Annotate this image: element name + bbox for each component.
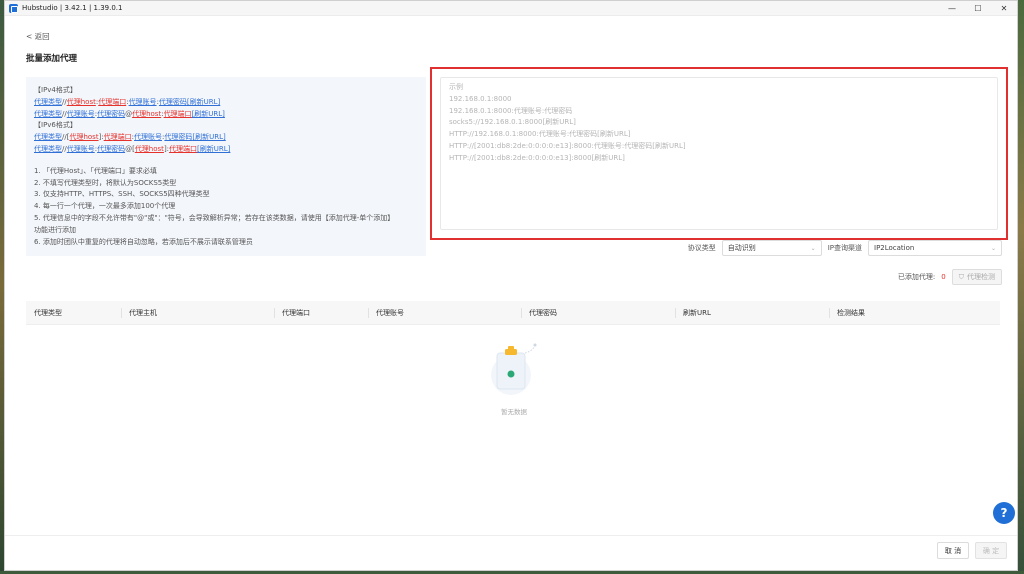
empty-state: 暂无数据 [489, 341, 539, 421]
added-count: 0 [941, 273, 946, 281]
cancel-button[interactable]: 取 消 [937, 542, 969, 559]
rule-item: 功能进行添加 [34, 225, 76, 234]
ip-channel-select[interactable]: IP2Location ⌄ [868, 240, 1002, 256]
title-bar: Hubstudio | 3.42.1 | 1.39.0.1 — ☐ ✕ [5, 1, 1017, 16]
added-label: 已添加代理: [897, 273, 936, 281]
format-token: [刷新URL] [191, 109, 225, 118]
chevron-down-icon: ⌄ [990, 244, 996, 252]
format-token: 代理密码 [97, 144, 126, 153]
format-token: 代理host [66, 97, 96, 106]
help-icon[interactable]: ? [993, 502, 1015, 524]
format-token: 代理host [69, 133, 99, 142]
column-header: 代理主机 [121, 301, 274, 325]
shield-check-icon: ⛉ [958, 272, 964, 281]
ipv6-format-line: 代理类型//代理账号:代理密码@[代理host]:代理端口[刷新URL] [34, 144, 418, 156]
hubstudio-logo-icon [9, 3, 18, 13]
rule-item: 5. 代理信息中的字段不允许带有"@"或"："符号，会导致解析异常；若存在该类数… [34, 213, 395, 222]
chevron-down-icon: ⌄ [810, 244, 816, 252]
placeholder-line: socks5://192.168.0.1:8000[刷新URL] [449, 118, 576, 127]
format-guide-panel: 【IPv4格式】 代理类型//代理host:代理端口:代理账号:代理密码[刷新U… [26, 77, 426, 256]
format-token: @[ [125, 144, 135, 153]
format-token: [刷新URL] [192, 133, 226, 142]
format-token: 代理端口 [169, 144, 198, 153]
placeholder-line: 192.168.0.1:8000 [449, 94, 512, 103]
proxy-textarea[interactable]: 示例 192.168.0.1:8000 192.168.0.1:8000:代理账… [440, 77, 998, 230]
ipv4-format-line: 代理类型//代理host:代理端口:代理账号:代理密码[刷新URL] [34, 97, 418, 109]
ip-channel-value: IP2Location [874, 244, 915, 252]
app-window: Hubstudio | 3.42.1 | 1.39.0.1 — ☐ ✕ < 返回… [4, 0, 1018, 571]
close-button[interactable]: ✕ [991, 1, 1017, 16]
format-token: 代理账号 [134, 133, 163, 142]
column-header: 刷新URL [675, 301, 829, 325]
maximize-button[interactable]: ☐ [965, 1, 991, 16]
column-header: 检测结果 [829, 301, 1000, 325]
format-token: [刷新URL] [186, 97, 221, 106]
format-token: 代理端口 [103, 133, 132, 142]
empty-text: 暂无数据 [501, 408, 527, 416]
rule-item: 1. 「代理Host」、「代理端口」要求必填 [34, 166, 157, 175]
format-token: 代理类型 [34, 109, 62, 118]
confirm-button[interactable]: 确 定 [975, 542, 1007, 559]
proxy-input-highlight: 示例 192.168.0.1:8000 192.168.0.1:8000:代理账… [430, 67, 1008, 240]
ip-channel-label: IP查询渠道 [827, 244, 862, 252]
format-token: 代理账号 [128, 97, 157, 106]
format-token: [刷新URL] [197, 144, 231, 153]
ipv4-format-line: 代理类型//代理账号:代理密码@代理host:代理端口[刷新URL] [34, 109, 418, 121]
footer-bar: 取 消 确 定 [5, 535, 1017, 570]
placeholder-line: 示例 [449, 83, 463, 91]
minimize-button[interactable]: — [939, 1, 965, 16]
placeholder-line: 192.168.0.1:8000:代理账号:代理密码 [449, 106, 573, 115]
ipv6-heading: 【IPv6格式】 [34, 121, 77, 130]
format-token: 代理端口 [98, 97, 127, 106]
format-token: 代理账号 [66, 144, 95, 153]
back-link[interactable]: < 返回 [26, 31, 50, 42]
column-header: 代理类型 [34, 308, 62, 317]
format-token: 代理密码 [164, 133, 193, 142]
column-header: 代理账号 [368, 301, 521, 325]
proxy-check-button[interactable]: ⛉ 代理检测 [951, 269, 1002, 285]
window-title: Hubstudio | 3.42.1 | 1.39.0.1 [22, 4, 123, 12]
protocol-label: 协议类型 [687, 244, 716, 252]
rule-item: 6. 添加时团队中重复的代理将自动忽略，若添加后不展示请联系管理员 [34, 237, 253, 246]
rule-item: 4. 每一行一个代理，一次最多添加100个代理 [34, 202, 176, 211]
placeholder-line: HTTP://192.168.0.1:8000:代理账号:代理密码[刷新URL] [449, 130, 631, 139]
rule-item: 3. 仅支持HTTP、HTTPS、SSH、SOCKS5四种代理类型 [34, 190, 210, 199]
added-summary: 已添加代理: 0 ⛉ 代理检测 [898, 269, 1002, 285]
protocol-value: 自动识别 [727, 244, 756, 252]
page-title: 批量添加代理 [26, 54, 78, 64]
format-token: 代理密码 [158, 97, 187, 106]
ipv6-format-line: 代理类型//[代理host]:代理端口:代理账号:代理密码[刷新URL] [34, 132, 418, 144]
format-token: 代理host [132, 109, 162, 118]
ipv4-heading: 【IPv4格式】 [34, 86, 77, 94]
format-token: 代理类型 [34, 133, 62, 142]
proxy-table: 代理类型 代理主机 代理端口 代理账号 代理密码 刷新URL 检测结果 [26, 301, 1000, 325]
empty-clipboard-icon [491, 343, 537, 395]
format-token: 代理类型 [34, 97, 62, 106]
placeholder-line: HTTP://[2001:db8:2de:0:0:0:0:e13]:8000:代… [449, 141, 686, 150]
placeholder-line: HTTP://[2001:db8:2de:0:0:0:0:e13]:8000[刷… [449, 153, 625, 162]
format-token: 代理账号 [66, 109, 95, 118]
format-token: 代理端口 [163, 109, 192, 118]
proxy-check-label: 代理检测 [967, 273, 995, 281]
column-header: 代理端口 [274, 301, 368, 325]
format-token: 代理密码 [97, 109, 126, 118]
window-controls: — ☐ ✕ [939, 1, 1017, 16]
rule-item: 2. 不填写代理类型时，将默认为SOCKS5类型 [34, 178, 177, 187]
table-header: 代理类型 代理主机 代理端口 代理账号 代理密码 刷新URL 检测结果 [26, 301, 1000, 325]
column-header: 代理密码 [521, 301, 675, 325]
format-token: 代理host [134, 144, 164, 153]
format-token: 代理类型 [34, 144, 62, 153]
filter-row: 协议类型 自动识别 ⌄ IP查询渠道 IP2Location ⌄ [688, 240, 1002, 256]
protocol-select[interactable]: 自动识别 ⌄ [721, 240, 822, 256]
